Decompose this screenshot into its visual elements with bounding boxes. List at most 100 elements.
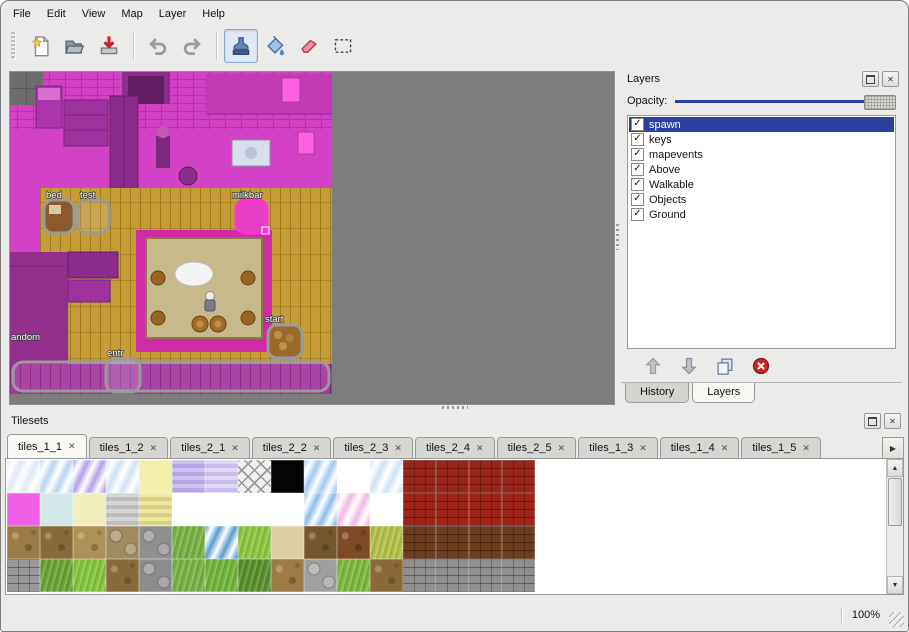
new-file-button[interactable] (24, 29, 58, 63)
tab-close-icon[interactable]: ✕ (558, 443, 566, 454)
tileset-view[interactable]: ▲ ▼ (5, 458, 904, 595)
tile[interactable] (271, 526, 304, 559)
tileset-tab-tiles_1_3[interactable]: tiles_1_3✕ (578, 437, 658, 458)
tile[interactable] (139, 493, 172, 526)
raise-layer-button[interactable] (641, 354, 665, 378)
tileset-tab-tiles_1_2[interactable]: tiles_1_2✕ (89, 437, 169, 458)
tileset-tab-tiles_2_2[interactable]: tiles_2_2✕ (252, 437, 332, 458)
tile[interactable] (40, 526, 73, 559)
map-object-region[interactable] (13, 362, 329, 391)
tile[interactable] (304, 526, 337, 559)
layer-row-objects[interactable]: ✓Objects (629, 192, 894, 207)
toolbar-drag-handle[interactable] (11, 32, 16, 60)
tab-history[interactable]: History (625, 383, 689, 403)
bucket-fill-button[interactable] (258, 29, 292, 63)
layer-row-ground[interactable]: ✓Ground (629, 207, 894, 222)
tile[interactable] (271, 559, 304, 592)
tile[interactable] (370, 526, 403, 559)
lower-layer-button[interactable] (677, 354, 701, 378)
tab-close-icon[interactable]: ✕ (150, 443, 158, 454)
map-object-start[interactable] (268, 325, 302, 358)
layer-visibility-checkbox[interactable]: ✓ (631, 163, 644, 176)
tile[interactable] (205, 559, 238, 592)
tile[interactable] (469, 493, 502, 526)
map-object-test[interactable] (78, 200, 109, 233)
opacity-slider-handle[interactable] (864, 95, 896, 110)
tile[interactable] (7, 493, 40, 526)
tab-close-icon[interactable]: ✕ (802, 443, 810, 454)
layer-visibility-checkbox[interactable]: ✓ (631, 193, 644, 206)
tile[interactable] (106, 559, 139, 592)
opacity-slider[interactable] (675, 93, 896, 109)
selection-handle[interactable] (262, 227, 269, 234)
menu-layer[interactable]: Layer (151, 5, 195, 23)
tab-layers[interactable]: Layers (692, 383, 755, 403)
redo-button[interactable] (175, 29, 209, 63)
tile[interactable] (106, 493, 139, 526)
tile[interactable] (271, 493, 304, 526)
tile[interactable] (238, 460, 271, 493)
stamp-brush-button[interactable] (224, 29, 258, 63)
rect-select-button[interactable] (326, 29, 360, 63)
layer-row-keys[interactable]: ✓keys (629, 132, 894, 147)
tile[interactable] (40, 493, 73, 526)
undo-button[interactable] (141, 29, 175, 63)
tileset-tab-tiles_1_1[interactable]: tiles_1_1✕ (7, 434, 87, 458)
tile[interactable] (73, 559, 106, 592)
duplicate-layer-button[interactable] (713, 354, 737, 378)
tileset-tab-tiles_2_3[interactable]: tiles_2_3✕ (333, 437, 413, 458)
tile[interactable] (7, 460, 40, 493)
menu-map[interactable]: Map (113, 5, 150, 23)
tileset-scrollbar[interactable]: ▲ ▼ (886, 459, 903, 594)
tile[interactable] (370, 559, 403, 592)
tile[interactable] (469, 559, 502, 592)
tile[interactable] (502, 460, 535, 493)
scrollbar-thumb[interactable] (888, 478, 902, 526)
tile[interactable] (238, 526, 271, 559)
tile[interactable] (469, 460, 502, 493)
tile[interactable] (403, 526, 436, 559)
layer-visibility-checkbox[interactable]: ✓ (631, 148, 644, 161)
tile[interactable] (106, 460, 139, 493)
tile[interactable] (436, 460, 469, 493)
vertical-splitter[interactable] (613, 71, 621, 403)
open-file-button[interactable] (58, 29, 92, 63)
tile[interactable] (7, 559, 40, 592)
scroll-up-button[interactable]: ▲ (887, 459, 903, 477)
tile[interactable] (73, 460, 106, 493)
tile[interactable] (403, 493, 436, 526)
tab-close-icon[interactable]: ✕ (476, 443, 484, 454)
tile[interactable] (304, 493, 337, 526)
menu-file[interactable]: File (5, 5, 39, 23)
tile[interactable] (238, 493, 271, 526)
layer-row-above[interactable]: ✓Above (629, 162, 894, 177)
tab-close-icon[interactable]: ✕ (721, 443, 729, 454)
close-panel-button[interactable]: ✕ (882, 71, 899, 87)
layer-row-spawn[interactable]: ✓spawn (629, 117, 894, 132)
tile[interactable] (172, 526, 205, 559)
tile[interactable] (337, 559, 370, 592)
tile[interactable] (337, 526, 370, 559)
tileset-tab-tiles_2_1[interactable]: tiles_2_1✕ (170, 437, 250, 458)
tile[interactable] (205, 526, 238, 559)
tile[interactable] (436, 559, 469, 592)
layer-row-walkable[interactable]: ✓Walkable (629, 177, 894, 192)
tab-close-icon[interactable]: ✕ (639, 443, 647, 454)
tile[interactable] (73, 493, 106, 526)
layer-visibility-checkbox[interactable]: ✓ (631, 133, 644, 146)
map-canvas[interactable]: bed test milkbar start andom entr (10, 72, 332, 394)
tile[interactable] (502, 526, 535, 559)
tab-close-icon[interactable]: ✕ (231, 443, 239, 454)
map-object-entrance[interactable] (106, 359, 140, 392)
tile[interactable] (40, 559, 73, 592)
tile[interactable] (337, 460, 370, 493)
tile[interactable] (172, 460, 205, 493)
tile[interactable] (172, 493, 205, 526)
menu-edit[interactable]: Edit (39, 5, 74, 23)
tile[interactable] (106, 526, 139, 559)
tile[interactable] (139, 460, 172, 493)
tile[interactable] (73, 526, 106, 559)
tile[interactable] (40, 460, 73, 493)
tile[interactable] (337, 493, 370, 526)
tile[interactable] (205, 493, 238, 526)
